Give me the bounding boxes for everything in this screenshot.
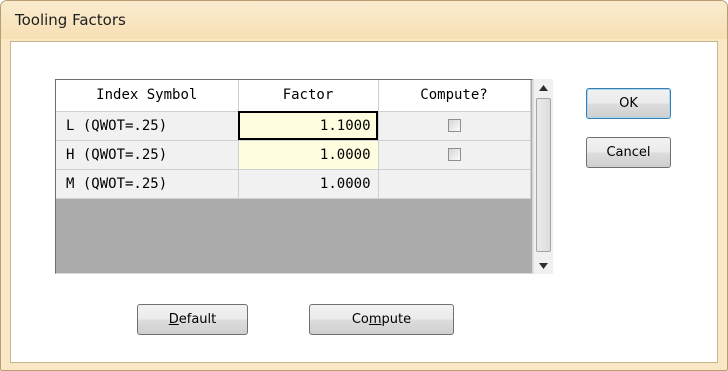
- vertical-scrollbar[interactable]: [533, 79, 553, 274]
- index-symbol-cell[interactable]: H (QWOT=.25): [56, 140, 239, 170]
- scroll-down-button[interactable]: [534, 257, 553, 274]
- compute-cell[interactable]: [378, 169, 531, 199]
- factor-cell[interactable]: 1.1000: [238, 111, 379, 141]
- factor-cell[interactable]: 1.0000: [238, 169, 379, 199]
- cancel-button[interactable]: Cancel: [586, 137, 671, 168]
- table-row: H (QWOT=.25) 1.0000: [56, 140, 531, 170]
- compute-button-label: Compute: [351, 312, 412, 327]
- factors-table: Index Symbol Factor Compute? L (QWOT=.25…: [56, 80, 531, 199]
- window-title: Tooling Factors: [15, 11, 126, 29]
- table-header-row: Index Symbol Factor Compute?: [56, 80, 531, 112]
- title-bar[interactable]: Tooling Factors: [1, 1, 727, 39]
- table-row: L (QWOT=.25) 1.1000: [56, 111, 531, 141]
- default-button-label: Default: [168, 312, 217, 327]
- checkbox-icon[interactable]: [447, 119, 461, 132]
- index-symbol-cell[interactable]: L (QWOT=.25): [56, 111, 239, 141]
- column-header-factor[interactable]: Factor: [238, 80, 379, 112]
- ok-button[interactable]: OK: [586, 88, 671, 119]
- table-row: M (QWOT=.25) 1.0000: [56, 169, 531, 199]
- index-symbol-cell[interactable]: M (QWOT=.25): [56, 169, 239, 199]
- checkbox-icon[interactable]: [447, 148, 461, 161]
- column-header-compute[interactable]: Compute?: [378, 80, 531, 112]
- default-button[interactable]: Default: [137, 304, 248, 335]
- scroll-up-button[interactable]: [534, 79, 553, 96]
- compute-cell[interactable]: [378, 111, 531, 141]
- scroll-up-arrow-icon: [539, 84, 548, 91]
- tooling-factors-grid: Index Symbol Factor Compute? L (QWOT=.25…: [55, 79, 533, 274]
- dialog-client-area: Index Symbol Factor Compute? L (QWOT=.25…: [10, 41, 718, 363]
- scroll-down-arrow-icon: [539, 262, 548, 269]
- factor-cell[interactable]: 1.0000: [238, 140, 379, 170]
- compute-cell[interactable]: [378, 140, 531, 170]
- column-header-index-symbol[interactable]: Index Symbol: [56, 80, 239, 112]
- scrollbar-thumb[interactable]: [536, 98, 551, 252]
- compute-button[interactable]: Compute: [309, 304, 454, 335]
- tooling-factors-window: Tooling Factors Index Symbol Factor Comp…: [0, 0, 728, 371]
